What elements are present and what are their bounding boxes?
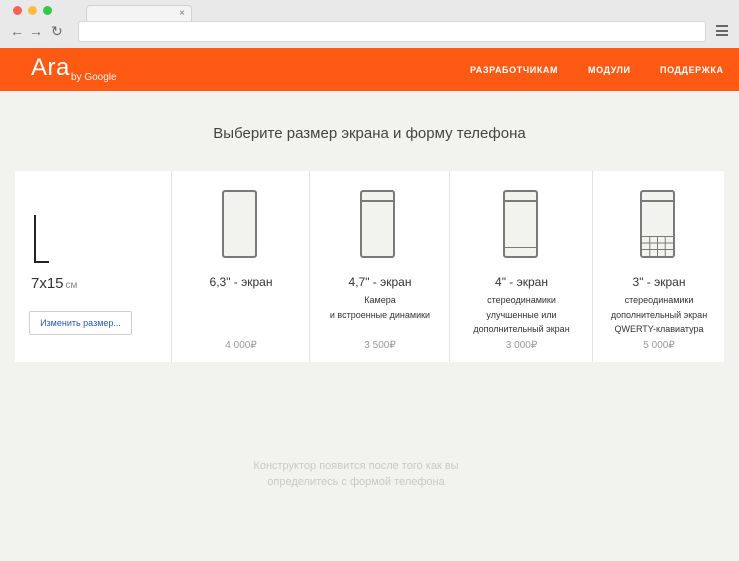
option-4[interactable]: 4" - экран стереодинамики улучшенные или д…	[449, 171, 593, 362]
keyboard-icon	[642, 236, 673, 256]
browser-chrome: × ← → ↻	[0, 0, 739, 49]
forward-icon[interactable]: →	[29, 23, 43, 39]
option-6-3[interactable]: 6,3" - экран 4 000₽	[171, 171, 310, 362]
change-size-button[interactable]: Изменить размер...	[29, 311, 132, 335]
size-value: 7x15 см	[31, 275, 78, 292]
page-title: Выберите размер экрана и форму телефона	[213, 125, 526, 142]
size-unit: см	[65, 280, 78, 291]
option-title: 3" - экран	[632, 275, 686, 289]
browser-tab[interactable]: ×	[86, 5, 192, 22]
size-block: 7x15 см Изменить размер...	[15, 171, 171, 362]
menu-icon[interactable]	[716, 25, 728, 36]
nav-developers[interactable]: РАЗРАБОТЧИКАМ	[470, 65, 558, 75]
nav-support[interactable]: ПОДДЕРЖКА	[660, 65, 724, 75]
minimize-window-button[interactable]	[28, 6, 37, 15]
phone-keyboard-icon	[640, 190, 675, 258]
back-icon[interactable]: ←	[10, 23, 24, 39]
address-bar[interactable]	[78, 21, 706, 42]
tab-close-icon[interactable]: ×	[179, 7, 185, 21]
constructor-placeholder-message: Конструктор появится после того как вы о…	[253, 460, 459, 488]
option-title: 4,7" - экран	[348, 275, 412, 289]
reload-icon[interactable]: ↻	[51, 23, 63, 39]
option-description: Камера и встроенные динамики	[329, 295, 431, 320]
option-description: стереодинамики улучшенные или дополнительн…	[473, 295, 570, 334]
option-description: стереодинамики дополнительный экран QWERTY…	[610, 295, 708, 334]
option-price: 5 000₽	[643, 340, 675, 351]
logo-subtitle: by Google	[71, 72, 117, 83]
option-title: 6,3" - экран	[209, 275, 273, 289]
site-header: Ara by Google РАЗРАБОТЧИКАМ МОДУЛИ ПОДДЕ…	[0, 48, 739, 91]
maximize-window-button[interactable]	[43, 6, 52, 15]
nav-modules[interactable]: МОДУЛИ	[588, 65, 631, 75]
phone-selector-panel: 7x15 см Изменить размер... 6,3" - экран 4…	[15, 171, 724, 362]
option-title: 4" - экран	[495, 275, 548, 289]
option-3[interactable]: 3" - экран стереодинамики дополнительный …	[592, 171, 725, 362]
option-price: 3 000₽	[505, 340, 538, 351]
size-outline-icon	[34, 215, 49, 263]
phone-camera-icon	[360, 190, 395, 258]
phone-stereo-icon	[503, 190, 538, 258]
close-window-button[interactable]	[13, 6, 22, 15]
option-4-7[interactable]: 4,7" - экран Камера и встроенные динамики…	[309, 171, 450, 362]
logo[interactable]: Ara	[31, 54, 70, 82]
option-price: 4 000₽	[225, 340, 257, 351]
phone-fullscreen-icon	[222, 190, 257, 258]
option-price: 3 500₽	[364, 340, 396, 351]
